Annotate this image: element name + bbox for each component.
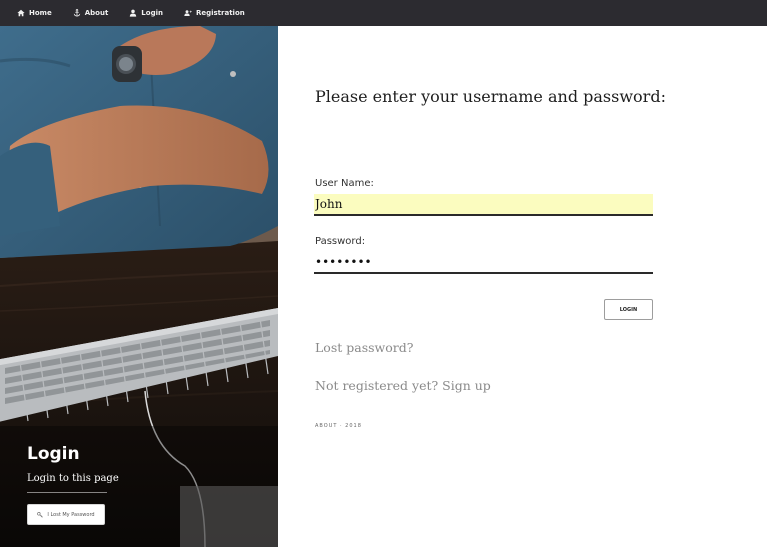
nav-login-label: Login	[141, 9, 163, 17]
top-nav: Home About Login Registration	[0, 0, 767, 26]
login-button[interactable]: LOGIN	[604, 299, 653, 320]
nav-registration[interactable]: Registration	[184, 9, 245, 17]
home-icon	[17, 9, 25, 17]
nav-home-label: Home	[29, 9, 52, 17]
key-icon	[37, 511, 44, 518]
password-input[interactable]	[314, 252, 653, 274]
lost-password-button[interactable]: I Lost My Password	[27, 504, 105, 525]
anchor-icon	[73, 9, 80, 17]
nav-login[interactable]: Login	[129, 9, 163, 17]
nav-registration-label: Registration	[195, 9, 245, 17]
signup-link[interactable]: Not registered yet? Sign up	[315, 378, 491, 393]
hero-title: Login	[27, 444, 80, 464]
username-label: User Name:	[315, 178, 374, 189]
footer-note: ABOUT · 2018	[315, 423, 362, 429]
lost-password-link[interactable]: Lost password?	[315, 340, 413, 355]
hero-panel: Login Login to this page I Lost My Passw…	[0, 26, 278, 547]
nav-about-label: About	[84, 9, 109, 17]
nav-home[interactable]: Home	[17, 9, 52, 17]
username-input[interactable]	[314, 194, 653, 216]
lost-password-button-label: I Lost My Password	[47, 511, 95, 518]
user-plus-icon	[184, 10, 192, 16]
user-icon	[130, 9, 137, 17]
hero-divider	[27, 492, 107, 493]
hero-subtitle: Login to this page	[27, 473, 119, 484]
hero-photo	[0, 26, 278, 547]
login-form-area: Please enter your username and password:…	[278, 26, 767, 547]
nav-about[interactable]: About	[73, 9, 109, 17]
password-label: Password:	[315, 236, 366, 247]
form-heading: Please enter your username and password:	[315, 87, 666, 106]
